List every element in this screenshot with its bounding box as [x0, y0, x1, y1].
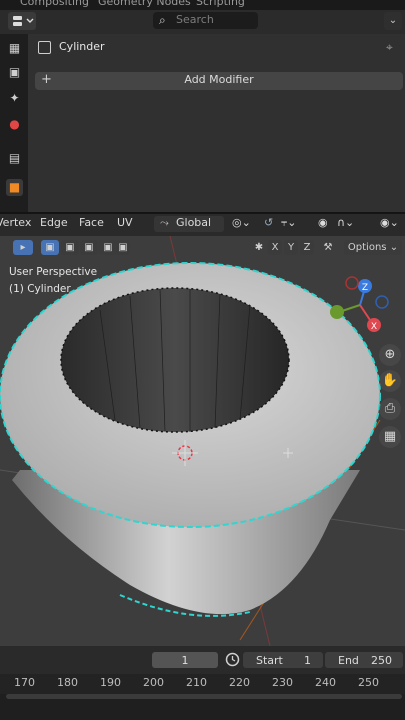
modifier-properties-panel	[28, 34, 405, 212]
render-icon[interactable]: ▦	[6, 40, 23, 57]
falloff-icon[interactable]: ∩⌄	[337, 216, 354, 229]
ruler-tick: 190	[100, 676, 121, 689]
search-input[interactable]: Search	[176, 13, 214, 26]
world-icon[interactable]: ●	[6, 116, 23, 133]
proportional-edit-icon[interactable]: ◉	[318, 216, 328, 229]
select-new-icon[interactable]: ▣	[41, 240, 59, 255]
select-intersect-icon[interactable]: ▣	[116, 240, 130, 255]
tab-scripting[interactable]: Scripting	[196, 0, 245, 8]
object-data-icon	[38, 41, 51, 54]
editor-type-button[interactable]	[8, 12, 36, 30]
wrench-icon[interactable]: ⚒	[318, 240, 338, 255]
output-icon[interactable]: ▣	[6, 64, 23, 81]
snap-target-icon[interactable]: ⫧⌄	[281, 216, 296, 230]
menu-face[interactable]: Face	[79, 216, 104, 229]
zoom-icon[interactable]: ⊕	[379, 344, 401, 366]
grid-perspective-icon[interactable]: ▦	[379, 426, 401, 448]
select-extend-icon[interactable]: ▣	[61, 240, 79, 255]
camera-icon[interactable]: ⎙	[379, 398, 401, 420]
3d-viewport[interactable]: Z X	[0, 236, 405, 646]
mirror-icon: ✱	[254, 242, 264, 253]
select-tool-icon[interactable]: ▸	[13, 240, 33, 255]
ruler-tick: 180	[57, 676, 78, 689]
ruler-tick: 240	[315, 676, 336, 689]
gizmo-x-label[interactable]: X	[371, 322, 377, 332]
pan-hand-icon[interactable]: ✋	[379, 370, 401, 392]
snap-icon[interactable]: ↺	[264, 216, 273, 229]
ruler-tick: 220	[229, 676, 250, 689]
tab-geometry-nodes[interactable]: Geometry Nodes	[98, 0, 191, 8]
menu-edge[interactable]: Edge	[40, 216, 68, 229]
mirror-z-toggle[interactable]: Z	[300, 240, 314, 255]
select-subtract-icon[interactable]: ▣	[80, 240, 98, 255]
visibility-icon[interactable]: ◉⌄	[380, 216, 399, 229]
end-label: End	[338, 654, 359, 667]
menu-uv[interactable]: UV	[117, 216, 133, 229]
select-difference-icon[interactable]: ▣	[99, 240, 117, 255]
search-icon: ⌕	[159, 13, 166, 27]
end-value: 250	[371, 654, 392, 667]
ruler-tick: 250	[358, 676, 379, 689]
current-frame-value: 1	[181, 654, 189, 667]
workspace-tabs: Compositing Geometry Nodes Scripting	[0, 0, 405, 10]
ruler-tick: 170	[14, 676, 35, 689]
viewport-perspective-label: User Perspective	[9, 266, 98, 278]
start-value: 1	[304, 654, 311, 667]
options-label: Options	[347, 242, 387, 253]
start-label: Start	[256, 654, 283, 667]
pin-icon[interactable]: ⌖	[386, 40, 393, 55]
view-layer-icon[interactable]: ✦	[6, 90, 23, 107]
ruler-tick: 210	[186, 676, 207, 689]
mirror-y-toggle[interactable]: Y	[284, 240, 298, 255]
timeline-scrollbar[interactable]	[6, 694, 402, 699]
editor-type-icon	[13, 16, 34, 26]
properties-tab-sidebar: ▦ ▣ ✦ ● ▤ ■	[0, 34, 28, 212]
ruler-tick: 200	[143, 676, 164, 689]
tab-compositing[interactable]: Compositing	[20, 0, 89, 8]
object-icon[interactable]: ■	[6, 179, 23, 196]
mirror-x-toggle[interactable]: X	[268, 240, 282, 255]
clock-icon[interactable]	[225, 652, 240, 667]
transform-orientation-label: Global	[176, 216, 212, 229]
chevron-down-icon[interactable]: ⌄	[384, 12, 402, 30]
add-modifier-label: Add Modifier	[184, 73, 254, 86]
gizmo-z-label[interactable]: Z	[362, 283, 368, 293]
viewport-object-label: (1) Cylinder	[9, 283, 71, 295]
collection-icon[interactable]: ▤	[6, 150, 23, 167]
cylinder-mesh: Z X	[0, 236, 405, 646]
options-dropdown[interactable]: Options ⌄	[344, 240, 402, 255]
pivot-point-icon[interactable]: ◎⌄	[232, 216, 251, 229]
start-frame-field[interactable]	[243, 652, 323, 668]
orientation-icon: ⤳	[160, 216, 169, 229]
object-name: Cylinder	[59, 40, 105, 53]
ruler-tick: 230	[272, 676, 293, 689]
menu-vertex[interactable]: Vertex	[0, 216, 31, 229]
